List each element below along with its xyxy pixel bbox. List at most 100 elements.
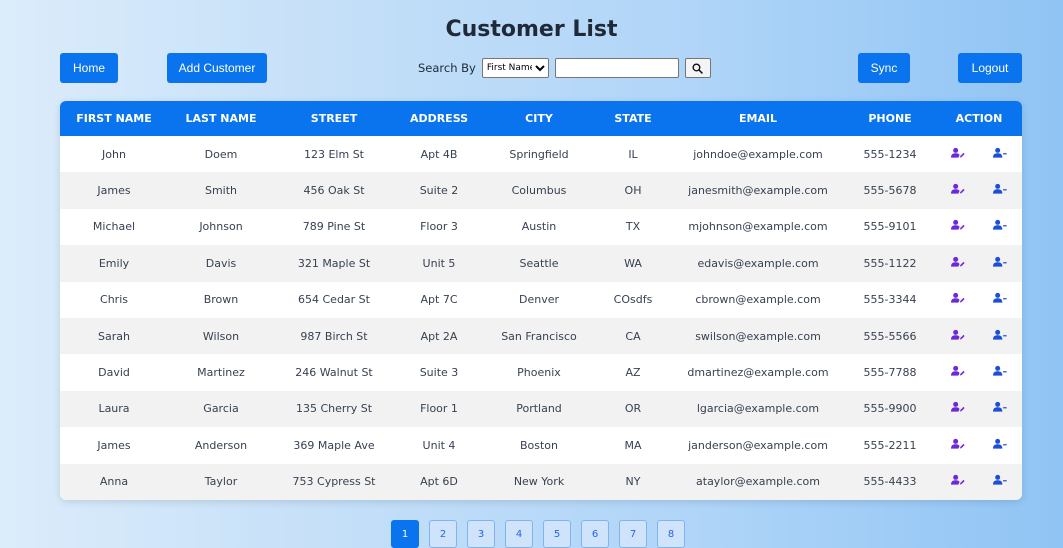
user-edit-icon	[951, 256, 965, 271]
delete-customer-button[interactable]	[993, 438, 1007, 453]
table-row: Anna Taylor 753 Cypress St Apt 6D New York NY…	[60, 463, 1022, 500]
delete-customer-button[interactable]	[993, 474, 1007, 489]
cell-phone: 555-9900	[863, 402, 917, 416]
sync-button[interactable]: Sync	[858, 53, 910, 83]
page-button-2[interactable]: 2	[429, 520, 457, 548]
cell-first-name: David	[98, 366, 130, 380]
edit-customer-button[interactable]	[951, 183, 965, 198]
cell-street: 753 Cypress St	[292, 475, 376, 489]
cell-last-name: Garcia	[203, 402, 239, 416]
user-minus-icon	[993, 474, 1007, 489]
cell-last-name: Anderson	[194, 438, 248, 452]
search-field-select[interactable]: First Name	[481, 58, 549, 78]
cell-street: 456 Oak St	[303, 184, 365, 198]
cell-phone: 555-1122	[863, 256, 917, 270]
column-header-state: STATE	[614, 112, 652, 125]
cell-address: Unit 5	[422, 256, 456, 270]
cell-street: 369 Maple Ave	[293, 438, 375, 452]
cell-city: Seattle	[519, 256, 559, 270]
user-minus-icon	[993, 147, 1007, 162]
cell-action	[936, 136, 1022, 172]
search-by-label: Search By	[418, 61, 476, 75]
cell-phone: 555-5678	[863, 184, 917, 198]
cell-street: 789 Pine St	[302, 220, 366, 234]
delete-customer-button[interactable]	[993, 292, 1007, 307]
page-button-8[interactable]: 8	[657, 520, 685, 548]
user-minus-icon	[993, 438, 1007, 453]
user-edit-icon	[951, 401, 965, 416]
column-header-address: ADDRESS	[409, 112, 469, 125]
cell-first-name: Sarah	[98, 329, 130, 343]
cell-last-name: Davis	[205, 256, 237, 270]
edit-customer-button[interactable]	[951, 329, 965, 344]
table-row: Michael Johnson 789 Pine St Floor 3 Austin TX…	[60, 208, 1022, 246]
user-edit-icon	[951, 292, 965, 307]
cell-email: swilson@example.com	[695, 329, 821, 343]
page-button-6[interactable]: 6	[581, 520, 609, 548]
cell-action	[936, 245, 1022, 281]
edit-customer-button[interactable]	[951, 256, 965, 271]
cell-last-name: Johnson	[199, 220, 243, 234]
cell-last-name: Doem	[204, 147, 238, 161]
search-button[interactable]	[684, 58, 711, 78]
delete-customer-button[interactable]	[993, 401, 1007, 416]
cell-address: Suite 2	[419, 184, 459, 198]
cell-state: WA	[624, 256, 642, 270]
search-bar: Search By First Name	[418, 58, 711, 78]
delete-customer-button[interactable]	[993, 147, 1007, 162]
cell-email: mjohnson@example.com	[688, 220, 828, 234]
delete-customer-button[interactable]	[993, 256, 1007, 271]
cell-last-name: Taylor	[204, 475, 238, 489]
home-button[interactable]: Home	[60, 53, 118, 83]
edit-customer-button[interactable]	[951, 438, 965, 453]
edit-customer-button[interactable]	[951, 147, 965, 162]
cell-first-name: James	[97, 184, 131, 198]
add-customer-button[interactable]: Add Customer	[167, 53, 267, 83]
delete-customer-button[interactable]	[993, 219, 1007, 234]
delete-customer-button[interactable]	[993, 329, 1007, 344]
cell-state: OH	[624, 184, 642, 198]
cell-city: Columbus	[511, 184, 567, 198]
pagination: 12345678	[391, 520, 685, 548]
cell-state: OR	[624, 402, 642, 416]
page-button-5[interactable]: 5	[543, 520, 571, 548]
column-header-email: EMAIL	[738, 112, 778, 125]
user-minus-icon	[993, 183, 1007, 198]
cell-street: 135 Cherry St	[295, 402, 373, 416]
cell-city: Phoenix	[517, 366, 561, 380]
edit-customer-button[interactable]	[951, 474, 965, 489]
page-button-3[interactable]: 3	[467, 520, 495, 548]
column-header-last-name: LAST NAME	[185, 112, 257, 125]
delete-customer-button[interactable]	[993, 365, 1007, 380]
page-button-7[interactable]: 7	[619, 520, 647, 548]
page-button-4[interactable]: 4	[505, 520, 533, 548]
cell-phone: 555-7788	[863, 366, 917, 380]
edit-customer-button[interactable]	[951, 365, 965, 380]
cell-address: Apt 2A	[420, 329, 458, 343]
cell-address: Apt 6D	[420, 475, 458, 489]
user-minus-icon	[993, 365, 1007, 380]
edit-customer-button[interactable]	[951, 219, 965, 234]
cell-state: COsdfs	[613, 293, 653, 307]
delete-customer-button[interactable]	[993, 183, 1007, 198]
page-button-1[interactable]: 1	[391, 520, 419, 548]
cell-last-name: Martinez	[197, 366, 245, 380]
edit-customer-button[interactable]	[951, 292, 965, 307]
cell-phone: 555-1234	[863, 147, 917, 161]
cell-state: TX	[625, 220, 641, 234]
search-input[interactable]	[554, 58, 679, 78]
column-header-first-name: FIRST NAME	[76, 112, 152, 125]
user-minus-icon	[993, 256, 1007, 271]
cell-state: CA	[625, 329, 641, 343]
cell-street: 321 Maple St	[297, 256, 371, 270]
edit-customer-button[interactable]	[951, 401, 965, 416]
cell-email: johndoe@example.com	[693, 147, 823, 161]
cell-address: Floor 1	[420, 402, 458, 416]
table-row: Laura Garcia 135 Cherry St Floor 1 Portland O…	[60, 390, 1022, 428]
logout-button[interactable]: Logout	[958, 53, 1022, 83]
table-row: James Anderson 369 Maple Ave Unit 4 Boston MA…	[60, 427, 1022, 464]
cell-action	[936, 172, 1022, 208]
cell-email: ataylor@example.com	[696, 475, 820, 489]
cell-address: Unit 4	[422, 438, 456, 452]
cell-action	[936, 427, 1022, 463]
